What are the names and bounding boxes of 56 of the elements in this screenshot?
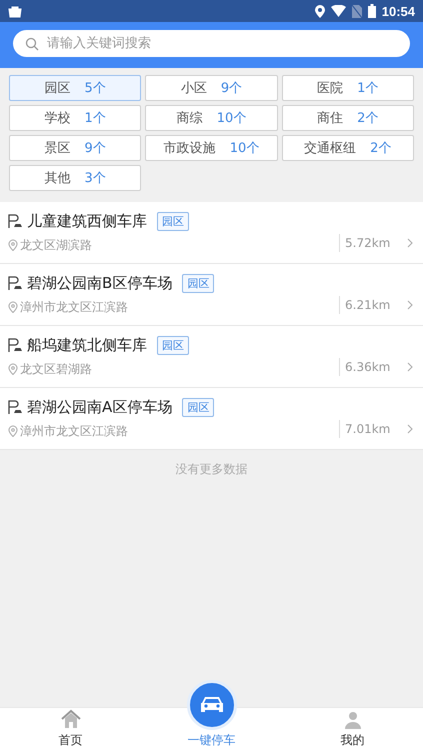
parking-car-icon [8, 276, 23, 290]
distance-text: 6.21km [339, 296, 401, 314]
no-sim-icon [352, 4, 362, 18]
parking-car-icon [8, 400, 23, 414]
category-chip[interactable]: 景区 9个 [9, 135, 142, 161]
distance-text: 5.72km [339, 234, 401, 252]
parking-name: 船坞建筑北侧车库 [27, 336, 147, 354]
parking-list-item[interactable]: 船坞建筑北侧车库 园区 龙文区碧湖路 6.36km [0, 326, 423, 388]
location-pin-icon [8, 301, 18, 313]
parking-list-item[interactable]: 碧湖公园南A区停车场 园区 漳州市龙文区江滨路 7.01km [0, 388, 423, 450]
category-chip[interactable]: 商综 10个 [145, 105, 278, 131]
parking-car-icon [8, 214, 23, 228]
location-pin-icon [8, 239, 18, 251]
category-chip[interactable]: 园区 5个 [9, 75, 142, 101]
nav-tab[interactable]: 我的 [282, 708, 423, 752]
category-chip[interactable]: 交通枢纽 2个 [282, 135, 414, 161]
wifi-icon [330, 5, 346, 17]
category-chip[interactable]: 小区 9个 [145, 75, 278, 101]
nav-tab[interactable]: 首页 [0, 708, 141, 752]
address-text: 漳州市龙文区江滨路 [20, 298, 128, 316]
nav-tab[interactable]: 一键停车 [141, 676, 282, 752]
category-chip[interactable]: 市政设施 10个 [145, 135, 278, 161]
parking-name: 儿童建筑西侧车库 [27, 212, 147, 230]
app-notification-icon [8, 4, 22, 18]
chevron-right-icon [407, 238, 413, 248]
chevron-right-icon [407, 300, 413, 310]
address-text: 龙文区碧湖路 [20, 360, 92, 378]
address-text: 龙文区湖滨路 [20, 236, 92, 254]
distance-text: 7.01km [339, 420, 401, 438]
distance-text: 6.36km [339, 358, 401, 376]
search-bar[interactable]: 请输入关键词搜索 [13, 30, 410, 57]
no-more-data-text: 没有更多数据 [174, 461, 248, 478]
parking-name: 碧湖公园南B区停车场 [27, 274, 172, 292]
category-chip[interactable]: 其他 3个 [9, 165, 142, 191]
location-pin-icon [8, 425, 18, 437]
parking-name: 碧湖公园南A区停车场 [27, 398, 172, 416]
car-icon [198, 695, 224, 715]
category-tag: 园区 [157, 212, 189, 230]
car-button[interactable] [186, 680, 236, 730]
category-chip[interactable]: 学校 1个 [9, 105, 142, 131]
address-text: 漳州市龙文区江滨路 [20, 422, 128, 440]
category-tag: 园区 [182, 274, 214, 292]
category-tag: 园区 [182, 398, 214, 416]
parking-car-icon [8, 338, 23, 352]
parking-list-item[interactable]: 碧湖公园南B区停车场 园区 漳州市龙文区江滨路 6.21km [0, 264, 423, 326]
category-chip[interactable]: 医院 1个 [282, 75, 414, 101]
location-pin-icon [8, 363, 18, 375]
battery-icon [368, 4, 376, 18]
status-time: 10:54 [382, 4, 415, 18]
category-tag: 园区 [157, 336, 189, 354]
search-icon [25, 36, 39, 50]
chevron-right-icon [407, 362, 413, 372]
parking-list-item[interactable]: 儿童建筑西侧车库 园区 龙文区湖滨路 5.72km [0, 202, 423, 264]
chevron-right-icon [407, 424, 413, 434]
category-chip[interactable]: 商住 2个 [282, 105, 414, 131]
location-icon [314, 4, 325, 18]
